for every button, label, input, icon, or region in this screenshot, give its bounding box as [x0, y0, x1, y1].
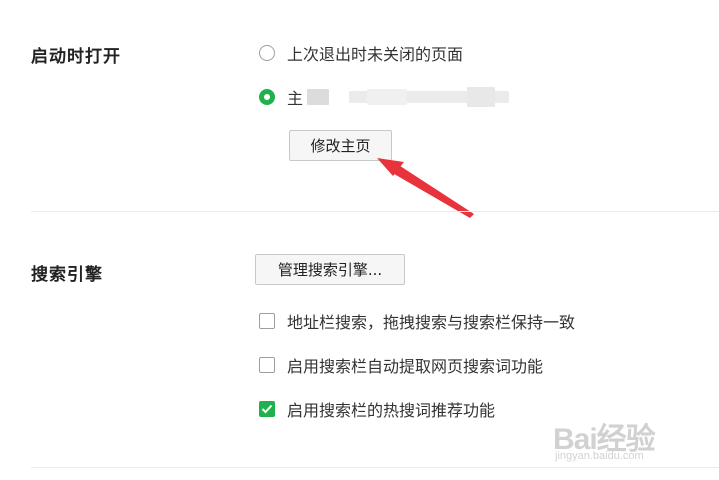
manage-search-engines-button[interactable]: 管理搜索引擎... — [255, 254, 405, 285]
check-icon — [261, 404, 273, 414]
search-option-extract[interactable]: 启用搜索栏自动提取网页搜索词功能 — [259, 355, 544, 376]
baidu-jingyan-watermark: Bai经验 jingyan.baidu.com — [553, 410, 703, 464]
extract-label: 启用搜索栏自动提取网页搜索词功能 — [287, 357, 544, 376]
section-divider-bottom — [31, 467, 719, 468]
hot-words-label: 启用搜索栏的热搜词推荐功能 — [287, 401, 496, 420]
sync-checkbox[interactable] — [259, 313, 275, 329]
search-engine-section-title: 搜索引擎 — [31, 265, 103, 285]
hot-words-checkbox[interactable] — [259, 401, 275, 417]
search-option-sync[interactable]: 地址栏搜索，拖拽搜索与搜索栏保持一致 — [259, 311, 576, 332]
section-divider — [31, 211, 719, 212]
sync-label: 地址栏搜索，拖拽搜索与搜索栏保持一致 — [287, 313, 576, 332]
watermark-url: jingyan.baidu.com — [555, 450, 644, 462]
search-option-hot-words[interactable]: 启用搜索栏的热搜词推荐功能 — [259, 399, 496, 420]
extract-checkbox[interactable] — [259, 357, 275, 373]
